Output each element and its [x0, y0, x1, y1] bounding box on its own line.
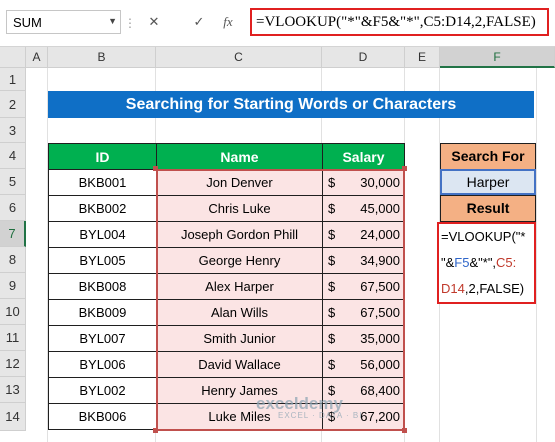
- cell-salary[interactable]: $67,500: [322, 299, 405, 326]
- header-salary[interactable]: Salary: [322, 143, 405, 170]
- formula-line-1: =VLOOKUP("*: [441, 224, 534, 250]
- row-header-4[interactable]: 4: [0, 143, 26, 169]
- salary-value: 68,400: [360, 383, 400, 398]
- currency-symbol: $: [328, 305, 336, 320]
- salary-value: 56,000: [360, 357, 400, 372]
- salary-value: 35,000: [360, 331, 400, 346]
- salary-value: 24,000: [360, 227, 400, 242]
- watermark-tagline: EXCEL · DATA · BI: [278, 411, 363, 420]
- select-all-corner[interactable]: [0, 47, 26, 68]
- currency-symbol: $: [328, 227, 336, 242]
- formula-text: &"*",: [469, 255, 497, 270]
- range-handle[interactable]: [153, 166, 158, 171]
- cell-id[interactable]: BKB008: [48, 273, 157, 300]
- insert-function-button[interactable]: fx: [217, 10, 239, 34]
- formula-ref-f5: F5: [454, 255, 470, 270]
- search-for-label[interactable]: Search For: [440, 143, 536, 170]
- formula-line-3: D14,2,FALSE): [441, 276, 534, 302]
- cell-salary[interactable]: $67,500: [322, 273, 405, 300]
- row-header-6[interactable]: 6: [0, 195, 26, 221]
- cell-name[interactable]: David Wallace: [156, 351, 323, 378]
- chevron-down-icon[interactable]: ▼: [108, 16, 117, 26]
- row-header-10[interactable]: 10: [0, 299, 26, 325]
- cell-name[interactable]: Jon Denver: [156, 169, 323, 196]
- salary-value: 67,500: [360, 305, 400, 320]
- range-handle[interactable]: [402, 166, 407, 171]
- cell-salary[interactable]: $30,000: [322, 169, 405, 196]
- currency-symbol: $: [328, 201, 336, 216]
- salary-value: 67,500: [360, 279, 400, 294]
- more-options-icon: ⋮: [124, 16, 136, 30]
- result-label[interactable]: Result: [440, 195, 536, 222]
- sheet-title[interactable]: Searching for Starting Words or Characte…: [48, 91, 534, 118]
- row-header-14[interactable]: 14: [0, 403, 26, 431]
- cancel-icon[interactable]: ✕: [143, 10, 165, 34]
- cell-salary[interactable]: $35,000: [322, 325, 405, 352]
- row-header-1[interactable]: 1: [0, 68, 26, 91]
- cell-salary[interactable]: $34,900: [322, 247, 405, 274]
- cell-id[interactable]: BKB006: [48, 403, 157, 430]
- row-header-9[interactable]: 9: [0, 273, 26, 299]
- column-header-d[interactable]: D: [322, 47, 405, 68]
- cell-id[interactable]: BKB009: [48, 299, 157, 326]
- cell-id[interactable]: BYL006: [48, 351, 157, 378]
- salary-value: 34,900: [360, 253, 400, 268]
- row-header-12[interactable]: 12: [0, 351, 26, 377]
- row-header-8[interactable]: 8: [0, 247, 26, 273]
- row-header-13[interactable]: 13: [0, 377, 26, 403]
- cell-name[interactable]: Joseph Gordon Phill: [156, 221, 323, 248]
- column-header-b[interactable]: B: [48, 47, 156, 68]
- currency-symbol: $: [328, 175, 336, 190]
- column-header-e[interactable]: E: [405, 47, 440, 68]
- cell-name[interactable]: Chris Luke: [156, 195, 323, 222]
- salary-value: 30,000: [360, 175, 400, 190]
- formula-text: ,2,FALSE): [464, 281, 525, 296]
- formula-line-2: "&F5&"*",C5:: [441, 250, 534, 276]
- row-header-2[interactable]: 2: [0, 91, 26, 118]
- column-header-f[interactable]: F: [440, 47, 555, 68]
- cell-salary[interactable]: $24,000: [322, 221, 405, 248]
- search-value-cell[interactable]: Harper: [440, 169, 536, 195]
- header-name[interactable]: Name: [156, 143, 323, 170]
- row-header-11[interactable]: 11: [0, 325, 26, 351]
- column-header-a[interactable]: A: [26, 47, 48, 68]
- result-cell-editing[interactable]: =VLOOKUP("* "&F5&"*",C5: D14,2,FALSE): [437, 222, 536, 304]
- formula-text: =VLOOKUP("*: [441, 229, 526, 244]
- cell-id[interactable]: BYL005: [48, 247, 157, 274]
- cell-id[interactable]: BKB001: [48, 169, 157, 196]
- cell-salary[interactable]: $45,000: [322, 195, 405, 222]
- cell-name[interactable]: Alan Wills: [156, 299, 323, 326]
- watermark: exceldemy EXCEL · DATA · BI: [256, 394, 362, 420]
- currency-symbol: $: [328, 279, 336, 294]
- formula-input[interactable]: =VLOOKUP("*"&F5&"*",C5:D14,2,FALSE): [250, 8, 549, 36]
- row-header-5[interactable]: 5: [0, 169, 26, 195]
- cell-id[interactable]: BYL007: [48, 325, 157, 352]
- formula-ref-range-start: C5:: [496, 255, 517, 270]
- salary-value: 67,200: [360, 409, 400, 424]
- cell-id[interactable]: BYL004: [48, 221, 157, 248]
- cell-name[interactable]: Alex Harper: [156, 273, 323, 300]
- gridline: [536, 68, 537, 442]
- currency-symbol: $: [328, 357, 336, 372]
- cell-id[interactable]: BYL002: [48, 377, 157, 404]
- cell-id[interactable]: BKB002: [48, 195, 157, 222]
- header-id[interactable]: ID: [48, 143, 157, 170]
- row-header-3[interactable]: 3: [0, 118, 26, 143]
- range-handle[interactable]: [153, 428, 158, 433]
- enter-icon[interactable]: ✓: [188, 10, 210, 34]
- formula-bar-area: SUM ▼ ⋮ ✕ ✓ fx =VLOOKUP("*"&F5&"*",C5:D1…: [0, 0, 555, 47]
- name-box[interactable]: SUM ▼: [6, 10, 121, 34]
- currency-symbol: $: [328, 253, 336, 268]
- salary-value: 45,000: [360, 201, 400, 216]
- currency-symbol: $: [328, 331, 336, 346]
- range-handle[interactable]: [402, 428, 407, 433]
- cell-name[interactable]: Smith Junior: [156, 325, 323, 352]
- formula-ref-range-end: D14: [441, 281, 465, 296]
- column-header-c[interactable]: C: [156, 47, 322, 68]
- formula-text: "&: [441, 255, 455, 270]
- cell-name[interactable]: George Henry: [156, 247, 323, 274]
- cell-salary[interactable]: $56,000: [322, 351, 405, 378]
- name-box-value: SUM: [13, 15, 42, 30]
- row-header-7[interactable]: 7: [0, 221, 26, 247]
